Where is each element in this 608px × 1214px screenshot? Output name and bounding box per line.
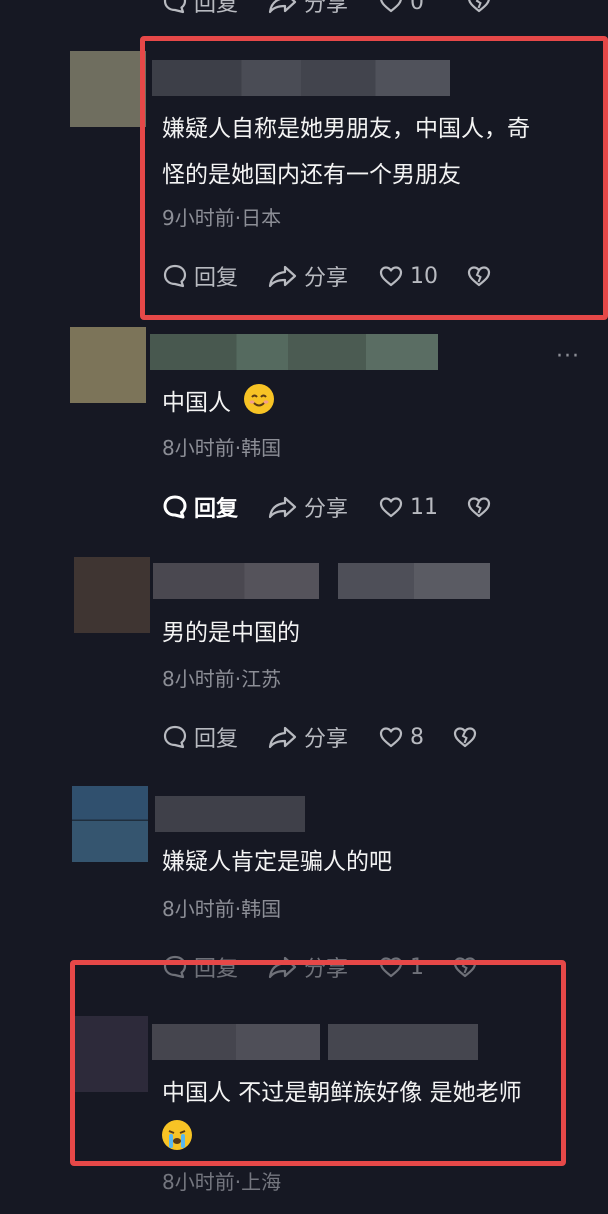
avatar[interactable] [72, 786, 148, 862]
more-options-icon[interactable]: ··· [556, 344, 580, 369]
avatar[interactable] [70, 51, 146, 127]
username-blurred[interactable] [153, 563, 319, 599]
share-button[interactable]: 分享 [268, 489, 348, 525]
comment-bubble-icon [163, 495, 187, 519]
comment-meta: 8小时前·韩国 [162, 436, 282, 460]
comment-meta: 8小时前·上海 [162, 1170, 282, 1194]
share-button[interactable]: 分享 [268, 0, 348, 20]
smiling-face-emoji [244, 384, 275, 414]
reply-label: 回复 [194, 497, 239, 522]
broken-heart-icon [453, 727, 477, 748]
comment-bubble-icon [163, 0, 187, 14]
share-label: 分享 [304, 727, 349, 752]
dislike-button[interactable] [466, 0, 492, 20]
username-blurred[interactable] [150, 334, 438, 370]
like-button[interactable]: 11 [378, 489, 438, 525]
like-count: 8 [410, 724, 424, 750]
share-button[interactable]: 分享 [268, 719, 348, 755]
username-blurred[interactable] [338, 563, 490, 599]
broken-heart-icon [468, 0, 490, 13]
share-arrow-icon [268, 0, 297, 14]
heart-icon [379, 497, 403, 518]
share-arrow-icon [268, 726, 297, 749]
smiling-face-icon [245, 385, 274, 413]
like-count: 0 [410, 0, 424, 15]
comment-meta: 8小时前·韩国 [162, 897, 282, 921]
reply-label: 回复 [194, 727, 239, 752]
dislike-button[interactable] [466, 489, 492, 525]
like-count: 11 [410, 494, 438, 520]
comment-text: 中国人 [162, 380, 275, 426]
reply-button[interactable]: 回复 [162, 719, 238, 755]
like-button[interactable]: 0 [378, 0, 424, 20]
reply-button[interactable]: 回复 [162, 0, 238, 20]
reply-label: 回复 [194, 0, 239, 17]
comment-meta: 8小时前·江苏 [162, 667, 282, 691]
comment-text: 嫌疑人肯定是骗人的吧 [162, 849, 392, 875]
highlight-box [140, 36, 608, 320]
broken-heart-icon [467, 497, 491, 518]
username-blurred[interactable] [155, 796, 305, 832]
share-arrow-icon [268, 496, 297, 519]
like-button[interactable]: 8 [378, 719, 424, 755]
reply-button[interactable]: 回复 [162, 489, 238, 525]
highlight-box [70, 960, 566, 1166]
dislike-button[interactable] [452, 719, 478, 755]
share-label: 分享 [304, 497, 349, 522]
comment-text: 男的是中国的 [162, 620, 300, 646]
comment-bubble-icon [163, 725, 187, 749]
avatar[interactable] [74, 557, 150, 633]
heart-icon [380, 0, 402, 13]
avatar[interactable] [70, 327, 146, 403]
heart-icon [379, 727, 403, 748]
share-label: 分享 [304, 0, 349, 17]
